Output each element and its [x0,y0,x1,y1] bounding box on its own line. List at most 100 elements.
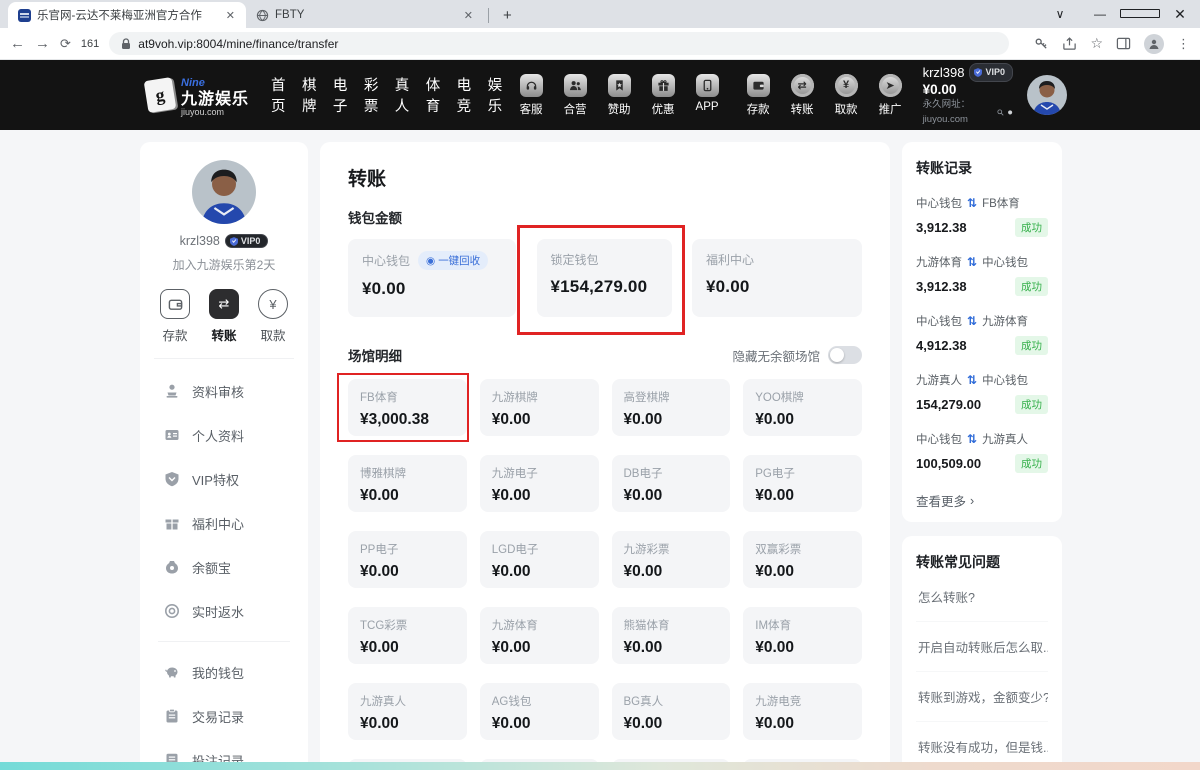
nav-item[interactable]: 娱乐 [488,74,505,116]
records-title: 转账记录 [916,158,1048,178]
password-key-icon[interactable] [1034,36,1049,51]
nav-item[interactable]: 棋牌 [302,74,319,116]
ribbon-icon [608,74,631,97]
reload-button[interactable]: ⟳ [60,36,71,52]
hide-empty-toggle[interactable] [828,346,862,364]
bookmark-star-icon[interactable]: ☆ [1090,35,1103,52]
tab-search-icon[interactable]: ∨ [1040,0,1080,28]
nav-item[interactable]: 电竞 [457,74,474,116]
venue-tile[interactable]: 博雅棋牌 ¥0.00 [348,455,467,512]
header-promo-button[interactable]: 优惠 [647,74,680,117]
record-to: 中心钱包 [982,254,1028,270]
browser-profile-avatar[interactable] [1144,34,1164,54]
header-service-button[interactable]: 客服 [515,74,548,117]
menu-item-rebate[interactable]: 实时返水 [154,589,294,633]
venue-tile[interactable]: 九游电子 ¥0.00 [480,455,599,512]
menu-item-welfare[interactable]: 福利中心 [154,501,294,545]
transfer-icon: ⇄ [791,74,814,97]
venue-tile[interactable]: PG电子 ¥0.00 [743,455,862,512]
header-app-button[interactable]: APP [691,74,724,117]
megaphone-icon: ➤ [879,74,902,97]
window-close-button[interactable]: ✕ [1160,0,1200,28]
forward-button[interactable]: → [35,35,50,52]
venue-tile[interactable]: 九游真人 ¥0.00 [348,683,467,740]
transfer-record: 中心钱包 ⇅ 九游真人 100,509.00 成功 [916,431,1048,473]
record-from: 中心钱包 [916,431,962,447]
browser-menu-icon[interactable]: ⋮ [1177,36,1190,52]
header-partner-button[interactable]: 合营 [559,74,592,117]
venue-tile[interactable]: 双赢彩票 ¥0.00 [743,531,862,588]
one-click-recycle-button[interactable]: ◉ 一键回收 [418,251,488,270]
menu-item-vip[interactable]: VIP特权 [154,457,294,501]
nav-item[interactable]: 彩票 [364,74,381,116]
wallet-card-welfare[interactable]: 福利中心 ¥0.00 [692,239,862,317]
gift-icon [652,74,675,97]
back-button[interactable]: ← [10,35,25,52]
venue-tile[interactable]: BG真人 ¥0.00 [612,683,731,740]
venue-tile[interactable]: AG钱包 ¥0.00 [480,683,599,740]
venue-tile[interactable]: 九游棋牌 ¥0.00 [480,379,599,436]
venue-tile[interactable]: LGD电子 ¥0.00 [480,531,599,588]
header-sponsor-button[interactable]: 赞助 [603,74,636,117]
share-icon[interactable] [1062,36,1077,51]
sidebar-menu: 资料审核 个人资料 VIP特权 福利中心 余额宝 实时返水 [154,369,294,770]
menu-item-personal-info[interactable]: 个人资料 [154,413,294,457]
sidebar-deposit-button[interactable]: 存款 [160,289,190,344]
window-minimize-button[interactable]: — [1080,0,1120,28]
nav-item[interactable]: 首页 [271,74,288,116]
tab-title: FBTY [275,9,455,21]
menu-item-yuebao[interactable]: 余额宝 [154,545,294,589]
venue-tile[interactable]: 高登棋牌 ¥0.00 [612,379,731,436]
venue-tile[interactable]: FB体育 ¥3,000.38 [348,379,467,436]
header-deposit-button[interactable]: 存款 [742,74,775,117]
header-transfer-button[interactable]: ⇄ 转账 [786,74,819,117]
sidebar-withdraw-button[interactable]: ¥ 取款 [258,289,288,344]
nav-item[interactable]: 体育 [426,74,443,116]
url-field[interactable]: at9voh.vip:8004/mine/finance/transfer [109,32,1009,55]
header-balance: ¥0.00 [923,82,1013,97]
nav-item[interactable]: 电子 [333,74,350,116]
side-panel-icon[interactable] [1116,36,1131,51]
menu-item-wallet[interactable]: 我的钱包 [154,650,294,694]
venue-tile[interactable]: TCG彩票 ¥0.00 [348,607,467,664]
menu-item-audit[interactable]: 资料审核 [154,369,294,413]
transfer-arrows-icon: ⇅ [967,432,977,446]
site-logo[interactable]: g Nine 九游娱乐 jiuyou.com [146,73,249,117]
nav-item[interactable]: 真人 [395,74,412,116]
magnifier-icon[interactable] [997,108,1004,117]
sidebar-vip-badge[interactable]: VIP0 [225,234,269,248]
tab-close-icon[interactable]: ✕ [223,8,238,23]
money-pouch-icon [164,559,180,575]
venue-tile[interactable]: 熊猫体育 ¥0.00 [612,607,731,664]
venue-tile[interactable]: YOO棋牌 ¥0.00 [743,379,862,436]
sidebar-transfer-button[interactable]: ⇄ 转账 [209,289,239,344]
wallet-card-center[interactable]: 中心钱包 ◉ 一键回收 ¥0.00 [348,239,516,317]
venue-tile[interactable]: PP电子 ¥0.00 [348,531,467,588]
transfer-records-card: 转账记录 中心钱包 ⇅ FB体育 3,912.38 成功 九游体 [902,142,1062,522]
lock-icon[interactable] [121,38,131,50]
hide-empty-label: 隐藏无余额场馆 [732,346,820,365]
tab-close-icon[interactable]: ✕ [461,8,476,23]
shield-icon [974,68,982,77]
wallet-card-locked[interactable]: 锁定钱包 ¥154,279.00 [537,239,672,317]
user-avatar[interactable] [1027,75,1067,115]
see-more-link[interactable]: 查看更多 › [916,491,1048,510]
venue-tile[interactable]: DB电子 ¥0.00 [612,455,731,512]
venue-tile[interactable]: 九游体育 ¥0.00 [480,607,599,664]
venue-tile[interactable]: IM体育 ¥0.00 [743,607,862,664]
menu-item-transactions[interactable]: 交易记录 [154,694,294,738]
welfare-wallet-amount: ¥0.00 [706,277,848,297]
faq-item[interactable]: 转账到游戏，金额变少? [916,672,1048,722]
window-restore-button[interactable] [1120,0,1160,28]
venue-tile[interactable]: 九游电竞 ¥0.00 [743,683,862,740]
browser-tab-active[interactable]: 乐官网-云达不莱梅亚洲官方合作 ✕ [8,2,246,28]
faq-item[interactable]: 开启自动转账后怎么取... [916,622,1048,672]
venue-tile[interactable]: 九游彩票 ¥0.00 [612,531,731,588]
faq-item[interactable]: 怎么转账? [916,572,1048,622]
new-tab-button[interactable]: + [503,7,512,24]
sidebar-avatar[interactable] [192,160,256,224]
vip-badge[interactable]: VIP0 [969,63,1013,82]
header-withdraw-button[interactable]: ¥ 取款 [830,74,863,117]
browser-tab-inactive[interactable]: FBTY ✕ [246,2,484,28]
header-referral-button[interactable]: ➤ 推广 [874,74,907,117]
